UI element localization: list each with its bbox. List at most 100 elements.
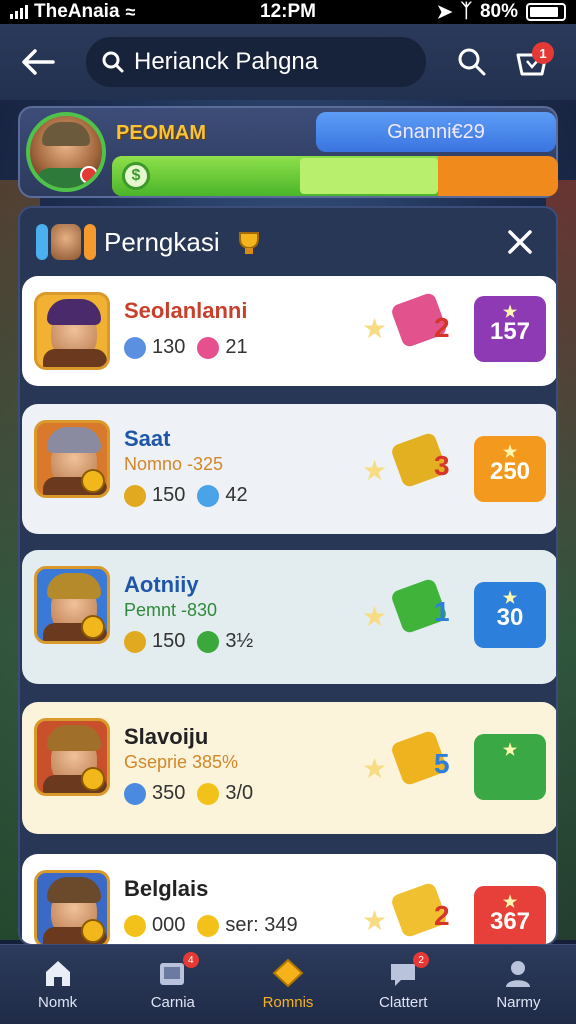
- ranking-row[interactable]: Aotniiy Pemnt -830 150 3½ ★ 1 ★ 30: [22, 550, 556, 684]
- row-stat-a: 350: [152, 782, 186, 804]
- back-button[interactable]: [16, 40, 60, 84]
- player-avatar[interactable]: [26, 112, 106, 192]
- box-star-icon: ★: [502, 742, 518, 759]
- orange-bar-icon: [84, 224, 96, 260]
- coin-icon: [81, 615, 105, 639]
- tab-carnia[interactable]: 4 Carnia: [115, 945, 230, 1024]
- reward-count: 2: [434, 312, 450, 343]
- tab-nomk[interactable]: Nomk: [0, 945, 115, 1024]
- row-stat-a: 000: [152, 914, 186, 936]
- row-stats: 000 ser: 349: [124, 914, 298, 937]
- stat-star-icon: [124, 630, 146, 653]
- tab-label: Narmy: [496, 994, 541, 1011]
- row-name: Slavoiju: [124, 724, 209, 749]
- row-name: Belglais: [124, 876, 209, 901]
- status-bar: TheAnaia ≈ 12:PM ➤ ᛉ 80%: [0, 0, 576, 24]
- reward-box-value: 250: [489, 458, 531, 485]
- row-subtitle: Pemnt -830: [124, 600, 218, 620]
- tab-clattert[interactable]: 2 Clattert: [346, 945, 461, 1024]
- location-icon: ➤: [436, 1, 453, 23]
- box-star-icon: ★: [502, 444, 518, 461]
- status-time: 12:PM: [260, 1, 316, 22]
- reward-box-button[interactable]: ★ 157: [474, 296, 546, 362]
- ranking-row[interactable]: Belglais 000 ser: 349 ★ 2 ★ 367: [22, 854, 556, 944]
- tab-label: Carnia: [150, 994, 195, 1011]
- close-icon: [508, 230, 532, 254]
- score-pill[interactable]: Gnanni€29: [316, 112, 556, 152]
- reward-count: 3: [434, 450, 450, 481]
- home-icon: [42, 958, 74, 988]
- stat-star-icon: [124, 336, 146, 359]
- reward-count: 5: [434, 748, 450, 779]
- row-avatar[interactable]: [34, 420, 110, 498]
- cart-badge: 1: [532, 42, 554, 64]
- stat-star-icon: [124, 914, 146, 937]
- level-badge-icon: [80, 166, 98, 184]
- stat-star-icon: [124, 484, 146, 507]
- search-input[interactable]: Herianck Pahgna: [86, 37, 426, 87]
- coin-icon: $: [122, 162, 150, 190]
- row-subtitle: Nomno -325: [124, 454, 224, 474]
- row-name: Aotniiy: [124, 572, 199, 597]
- close-button[interactable]: [500, 222, 540, 262]
- panel-title: Perngkasi: [104, 226, 220, 257]
- player-name: PEOMAM: [116, 122, 206, 144]
- reward-box-button[interactable]: ★ 367: [474, 886, 546, 944]
- wifi-icon: ≈: [125, 1, 136, 22]
- star-icon: ★: [362, 313, 388, 344]
- top-nav: Herianck Pahgna 1: [0, 24, 576, 100]
- search-value: Herianck Pahgna: [134, 48, 319, 75]
- coin-icon: [81, 919, 105, 943]
- row-stat-b: 42: [225, 484, 248, 506]
- reward-box-button[interactable]: ★ 30: [474, 582, 546, 648]
- player-card: PEOMAM Gnanni€29 $: [18, 106, 558, 198]
- xp-progress-bar: $: [112, 156, 558, 196]
- row-avatar[interactable]: [34, 718, 110, 796]
- row-stat-a: 150: [152, 484, 186, 506]
- star-icon: ★: [362, 601, 388, 632]
- reward-box-button[interactable]: ★ 250: [474, 436, 546, 502]
- ranking-panel: Perngkasi Seolanlanni 130 21 ★ 2 ★ 157 S…: [18, 206, 558, 946]
- row-subtitle: Gseprie 385%: [124, 752, 239, 772]
- magnifier-icon: [458, 48, 486, 76]
- ranking-row[interactable]: Seolanlanni 130 21 ★ 2 ★ 157: [22, 276, 556, 386]
- hero-face-icon: [51, 224, 81, 260]
- reward-box-value: 367: [489, 908, 531, 935]
- row-stats: 150 3½: [124, 630, 253, 653]
- reward-box-button[interactable]: ★: [474, 734, 546, 800]
- row-avatar[interactable]: [34, 292, 110, 370]
- row-avatar[interactable]: [34, 870, 110, 944]
- tab-badge: 4: [182, 952, 199, 968]
- row-stat-a: 150: [152, 630, 186, 652]
- coin-icon: [81, 469, 105, 493]
- tab-label: Nomk: [38, 994, 78, 1011]
- blue-bar-icon: [36, 224, 48, 260]
- panel-header-icons: [36, 224, 96, 260]
- stat-gem-icon: [197, 782, 220, 805]
- arrow-left-icon: [22, 49, 55, 75]
- cart-button[interactable]: 1: [510, 40, 554, 84]
- row-name: Seolanlanni: [124, 298, 248, 323]
- row-avatar[interactable]: [34, 566, 110, 644]
- coin-icon: [81, 767, 105, 791]
- battery-icon: [526, 3, 566, 21]
- tab-narmy[interactable]: Narmy: [461, 945, 576, 1024]
- stat-gem-icon: [197, 914, 220, 937]
- row-stat-b: 3/0: [225, 782, 254, 804]
- reward-count: 1: [434, 596, 450, 627]
- profile-icon: [502, 958, 534, 988]
- ranking-row[interactable]: Slavoiju Gseprie 385% 350 3/0 ★ 5 ★: [22, 702, 556, 834]
- chat-icon: 2: [387, 952, 430, 988]
- tab-romnis[interactable]: Romnis: [230, 945, 345, 1024]
- star-icon: ★: [362, 905, 388, 936]
- ranking-row[interactable]: Saat Nomno -325 150 42 ★ 3 ★ 250: [22, 404, 556, 534]
- stat-gem-icon: [197, 484, 220, 507]
- row-stat-a: 130: [152, 336, 186, 358]
- search-button[interactable]: [450, 40, 494, 84]
- xp-progress-highlight: [300, 158, 438, 194]
- tab-badge: 2: [413, 952, 430, 968]
- tab-label: Romnis: [262, 994, 314, 1011]
- row-name: Saat: [124, 426, 171, 451]
- panel-header: Perngkasi: [20, 208, 556, 276]
- stat-gem-icon: [197, 336, 220, 359]
